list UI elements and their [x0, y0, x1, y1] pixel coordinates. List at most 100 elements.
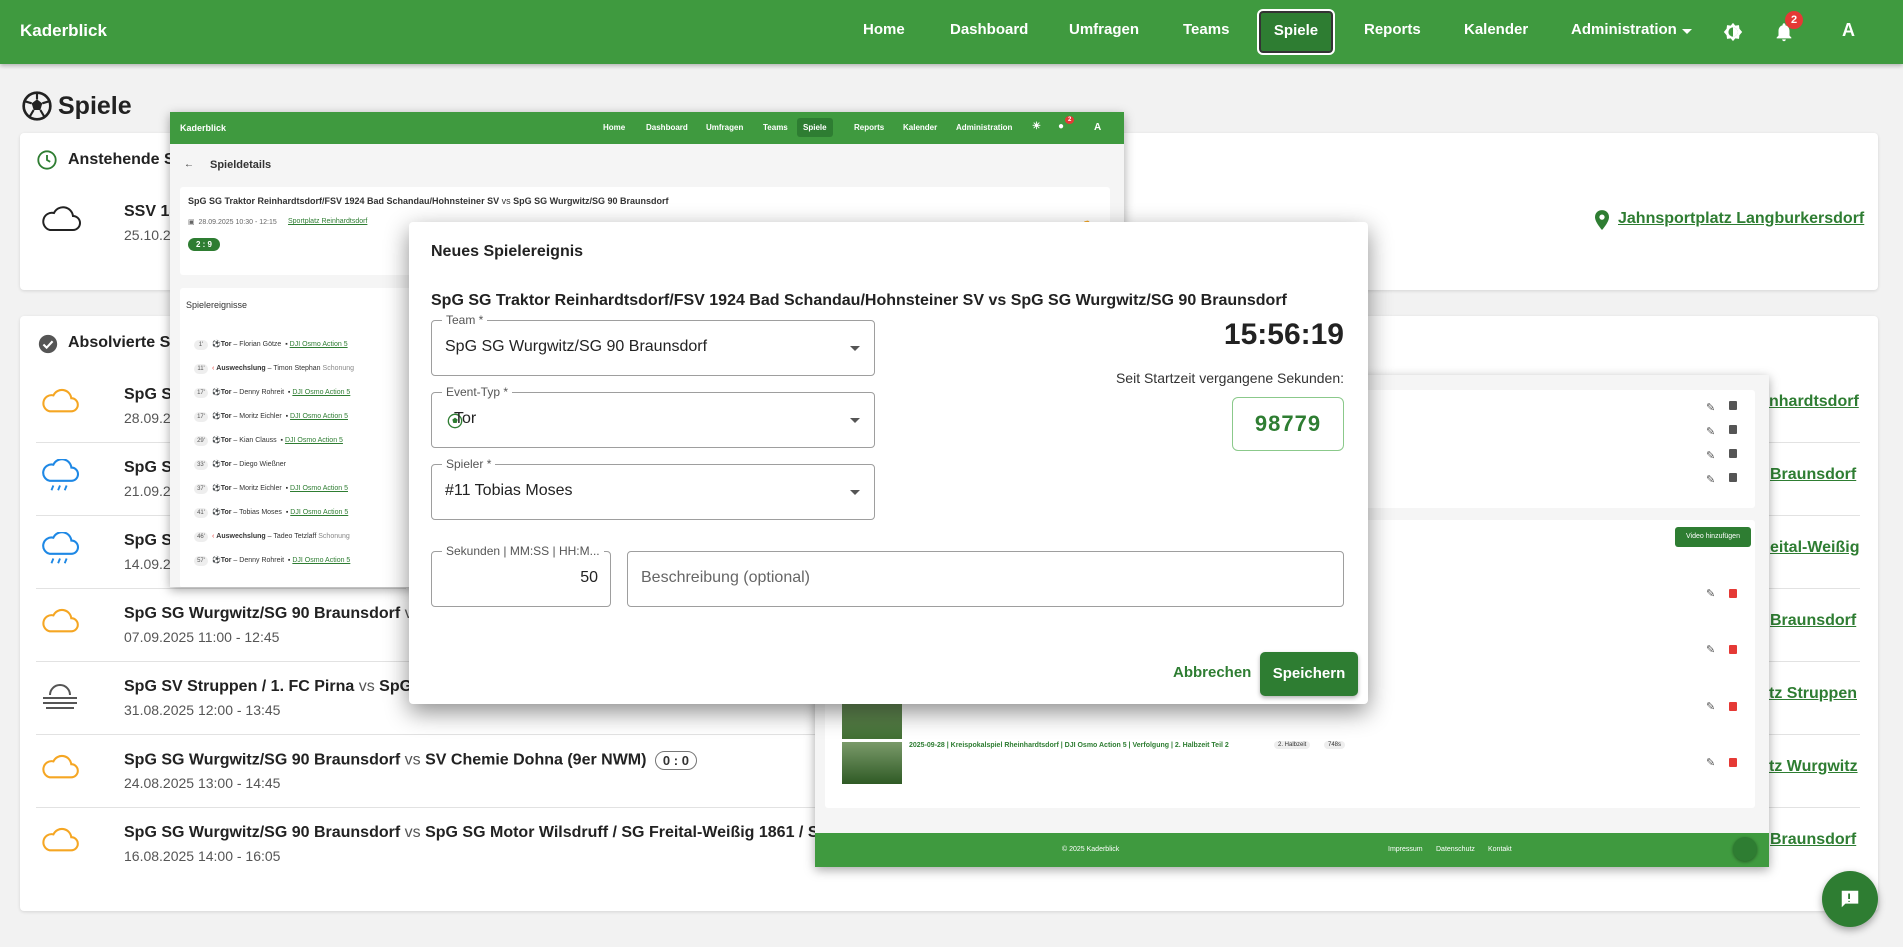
- team-select[interactable]: Team * SpG SG Wurgwitz/SG 90 Braunsdorf: [431, 313, 875, 376]
- mini-badge: 2: [1065, 116, 1075, 124]
- edit-icon[interactable]: ✎: [1706, 425, 1715, 438]
- description-input[interactable]: Beschreibung (optional): [627, 551, 1344, 607]
- event-type-label: Event-Typ *: [442, 385, 513, 399]
- mini-bell-icon: ●: [1058, 121, 1065, 132]
- delete-icon[interactable]: [1729, 645, 1737, 654]
- cloud-sun-icon: [42, 608, 79, 633]
- played-game-date: 14.09.2: [124, 556, 171, 572]
- row-divider: [1765, 515, 1860, 516]
- played-game-title[interactable]: SpG SV Struppen / 1. FC Pirna vs SpG S: [124, 678, 427, 696]
- delete-icon[interactable]: [1729, 449, 1737, 458]
- edit-icon[interactable]: ✎: [1706, 643, 1715, 656]
- played-game-title[interactable]: SpG S: [124, 532, 172, 550]
- mini-event-row: 41' ⚽Tor – Tobias Moses ▪ DJI Osmo Action…: [194, 508, 348, 518]
- footer-link[interactable]: Datenschutz: [1436, 846, 1475, 853]
- seconds-value: 50: [580, 569, 598, 586]
- played-game-title[interactable]: SpG SG Wurgwitz/SG 90 Braunsdorf vs: [124, 605, 421, 623]
- edit-icon[interactable]: ✎: [1706, 473, 1715, 486]
- check-circle-icon: [38, 334, 58, 354]
- footer-link[interactable]: Impressum: [1388, 846, 1423, 853]
- team-value: SpG SG Wurgwitz/SG 90 Braunsdorf: [445, 338, 708, 355]
- upcoming-section-title: Anstehende Sp: [68, 151, 185, 168]
- edit-icon[interactable]: ✎: [1706, 756, 1715, 769]
- played-game-title[interactable]: SpG SG Wurgwitz/SG 90 Braunsdorf vs SpG …: [124, 824, 816, 842]
- delete-icon[interactable]: [1729, 425, 1737, 434]
- delete-icon[interactable]: [1729, 758, 1737, 767]
- event-type-select[interactable]: Event-Typ * Tor: [431, 385, 875, 448]
- nav-spiele[interactable]: Spiele: [1257, 9, 1335, 55]
- delete-icon[interactable]: [1729, 401, 1737, 410]
- venue-link[interactable]: Braunsdorf: [1770, 466, 1856, 484]
- seconds-input[interactable]: Sekunden | MM:SS | HH:M... 50: [431, 544, 611, 607]
- mini-match-date: ▣ 28.09.2025 10:30 - 12:15: [188, 219, 277, 226]
- played-game-title[interactable]: SpG S: [124, 386, 172, 404]
- save-button[interactable]: Speichern: [1260, 652, 1358, 696]
- mini-chat-fab[interactable]: [1733, 837, 1757, 861]
- brand-logo[interactable]: Kaderblick: [20, 21, 107, 41]
- upcoming-venue-link[interactable]: Jahnsportplatz Langburkersdorf: [1618, 210, 1864, 228]
- edit-icon[interactable]: ✎: [1706, 587, 1715, 600]
- seconds-label: Sekunden | MM:SS | HH:M...: [442, 544, 604, 558]
- row-divider: [36, 734, 816, 735]
- delete-icon[interactable]: [1729, 473, 1737, 482]
- played-game-date: 07.09.2025 11:00 - 12:45: [124, 629, 280, 645]
- cloud-sun-icon: [42, 388, 79, 413]
- nav-dashboard[interactable]: Dashboard: [950, 21, 1028, 38]
- footer-link[interactable]: Kontakt: [1488, 846, 1512, 853]
- delete-icon[interactable]: [1729, 702, 1737, 711]
- played-game-date: 24.08.2025 13:00 - 14:45: [124, 775, 281, 791]
- player-select[interactable]: Spieler * #11 Tobias Moses: [431, 457, 875, 520]
- upcoming-game-date: 25.10.2: [124, 227, 171, 243]
- edit-icon[interactable]: ✎: [1706, 401, 1715, 414]
- add-video-button[interactable]: Video hinzufügen: [1675, 527, 1751, 547]
- away-team: SV Chemie Dohna (9er NWM): [425, 751, 647, 769]
- player-value: #11 Tobias Moses: [445, 482, 573, 499]
- mini-venue-link: Sportplatz Reinhardtsdorf: [288, 218, 368, 225]
- nav-teams[interactable]: Teams: [1183, 21, 1229, 38]
- cloud-outline-icon: [42, 206, 81, 231]
- nav-home[interactable]: Home: [863, 21, 905, 38]
- row-divider: [1765, 588, 1860, 589]
- cloud-rain-icon: [42, 459, 80, 491]
- avatar[interactable]: A: [1842, 20, 1855, 41]
- mini-nav-item: Kalender: [903, 123, 938, 132]
- venue-link[interactable]: nhardtsdorf: [1769, 393, 1859, 411]
- home-team: SpG SG Wurgwitz/SG 90 Braunsdorf: [124, 824, 401, 841]
- mini-events-title: Spielereignisse: [186, 300, 248, 310]
- played-game-title[interactable]: SpG SG Wurgwitz/SG 90 Braunsdorf vs SV C…: [124, 751, 697, 770]
- mini-nav-item: Spiele: [797, 118, 833, 137]
- chat-fab-button[interactable]: [1822, 871, 1878, 927]
- chevron-down-icon[interactable]: [1682, 29, 1692, 34]
- edit-icon[interactable]: ✎: [1706, 700, 1715, 713]
- video-title[interactable]: 2025-09-28 | Kreispokalspiel Rheinhardts…: [909, 742, 1229, 749]
- mini-event-row: 57' ⚽Tor – Denny Rohreit ▪ DJI Osmo Actio…: [194, 556, 350, 566]
- top-navbar: Kaderblick Home Dashboard Umfragen Teams…: [0, 0, 1903, 64]
- row-divider: [1765, 807, 1860, 808]
- video-thumbnail[interactable]: [842, 739, 902, 784]
- mini-nav-item: Teams: [763, 123, 788, 132]
- mini-brightness-icon: ☀: [1032, 121, 1041, 132]
- nav-administration[interactable]: Administration: [1571, 21, 1677, 38]
- nav-kalender[interactable]: Kalender: [1464, 21, 1528, 38]
- edit-icon[interactable]: ✎: [1706, 449, 1715, 462]
- venue-link[interactable]: tz Wurgwitz: [1769, 758, 1858, 776]
- mini-event-row: 37' ⚽Tor – Moritz Eichler ▪ DJI Osmo Acti…: [194, 484, 348, 494]
- venue-link[interactable]: eital-Weißig: [1770, 539, 1860, 557]
- mini-footer: © 2025 Kaderblick Impressum Datenschutz …: [815, 833, 1769, 867]
- video-thumbnail[interactable]: [842, 699, 902, 744]
- row-divider: [36, 807, 816, 808]
- nav-umfragen[interactable]: Umfragen: [1069, 21, 1139, 38]
- brightness-icon[interactable]: [1722, 21, 1744, 43]
- row-divider: [1765, 661, 1860, 662]
- mini-nav-item: Home: [603, 123, 626, 132]
- venue-link[interactable]: Braunsdorf: [1770, 612, 1856, 630]
- page-title: Spiele: [58, 92, 132, 120]
- mini-page-title: Spieldetails: [210, 159, 272, 171]
- venue-link[interactable]: tz Struppen: [1769, 685, 1857, 703]
- mini-brand: Kaderblick: [180, 123, 227, 133]
- played-game-title[interactable]: SpG S: [124, 459, 172, 477]
- delete-icon[interactable]: [1729, 589, 1737, 598]
- cancel-button[interactable]: Abbrechen: [1173, 664, 1251, 681]
- venue-link[interactable]: Braunsdorf: [1770, 831, 1856, 849]
- nav-reports[interactable]: Reports: [1364, 21, 1421, 38]
